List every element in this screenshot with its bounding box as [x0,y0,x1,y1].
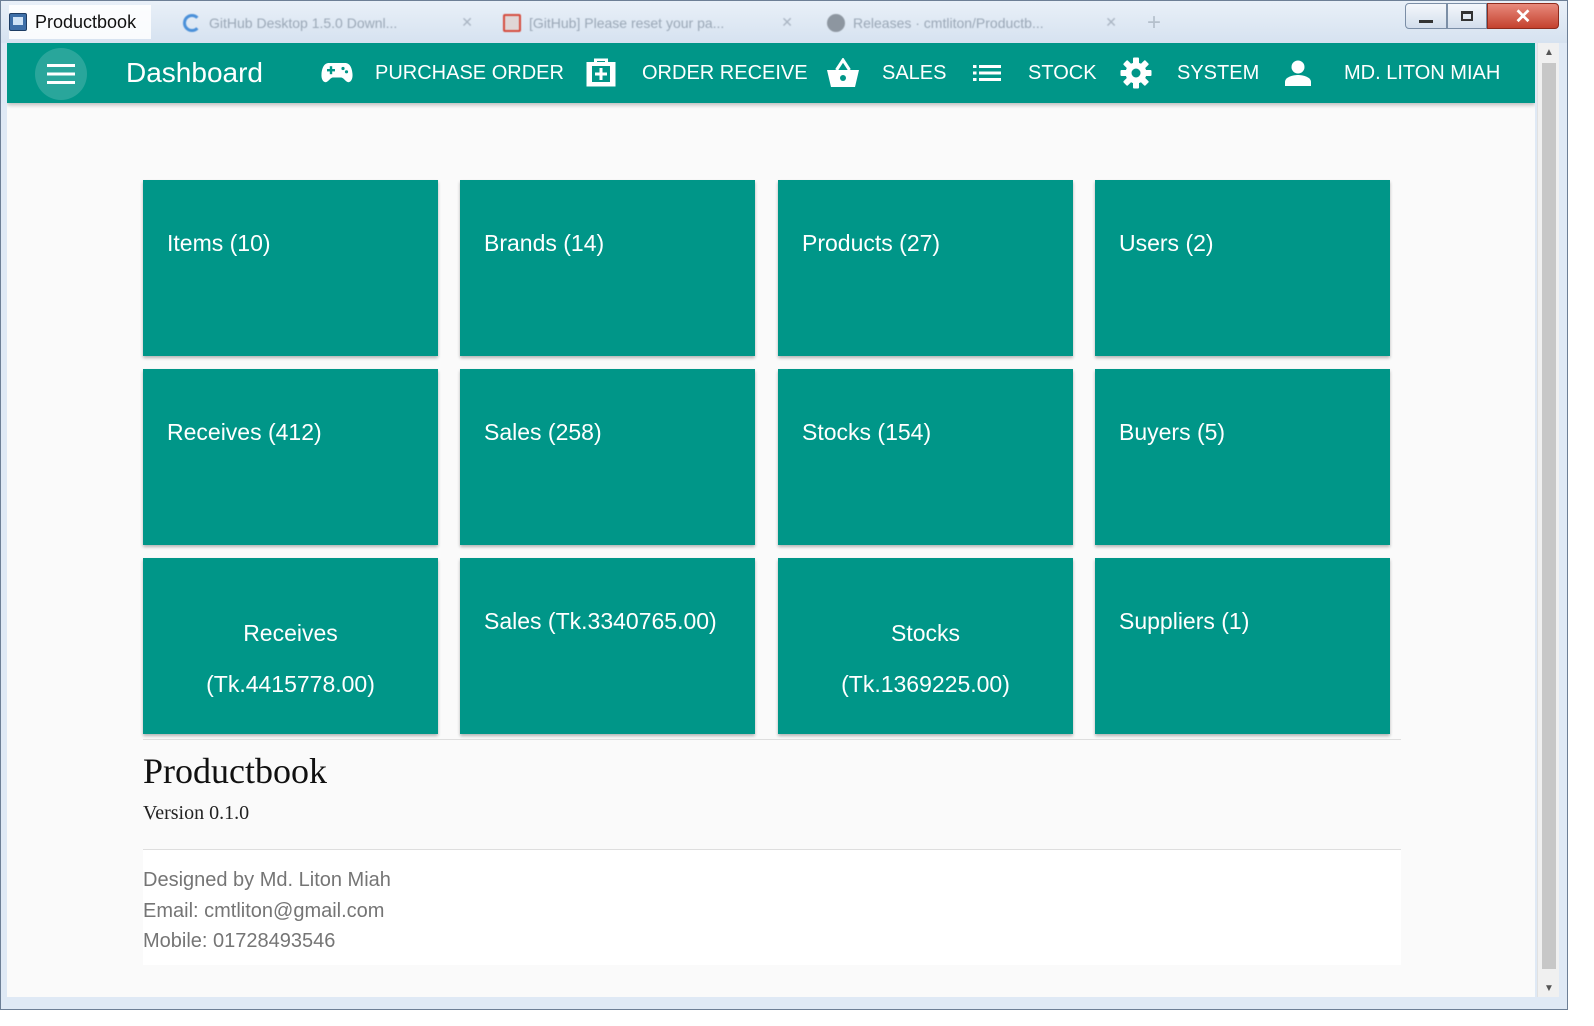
tile-stocks-count[interactable]: Stocks (154) [778,369,1073,545]
email-text: Email: cmtliton@gmail.com [143,899,385,922]
nav-system[interactable]: SYSTEM [1120,53,1259,93]
person-icon [1285,60,1311,86]
desktop-edge [0,1010,1594,1026]
tile-label: Suppliers (1) [1119,608,1250,634]
mail-icon [503,14,521,32]
tile-label: Products (27) [802,230,941,256]
top-toolbar: Dashboard PURCHASE ORDER ORDER RECEIVE S… [7,43,1535,103]
close-icon: ✕ [1514,5,1532,28]
nav-label: PURCHASE ORDER [375,61,564,84]
tile-label-line1: Receives [243,620,338,646]
product-name: Productbook [143,751,327,791]
tile-label: Receives (412) [167,419,322,445]
menu-button[interactable] [35,48,87,100]
tile-brands[interactable]: Brands (14) [460,180,755,356]
nav-label: ORDER RECEIVE [642,61,808,84]
tile-suppliers[interactable]: Suppliers (1) [1095,558,1390,734]
tile-sales-amount[interactable]: Sales (Tk.3340765.00) [460,558,755,734]
tile-buyers[interactable]: Buyers (5) [1095,369,1390,545]
maximize-button[interactable] [1447,3,1487,29]
browser-tab-label: [GitHub] Please reset your pa... [529,15,725,31]
minimize-icon [1419,19,1433,23]
gamepad-icon [321,63,353,83]
tile-label-line2: (Tk.4415778.00) [206,671,375,697]
nav-order-receive[interactable]: ORDER RECEIVE [584,53,808,93]
nav-stock[interactable]: STOCK [973,53,1097,93]
mobile-text: Mobile: 01728493546 [143,930,336,952]
nav-label: STOCK [1028,61,1097,84]
tile-receives-amount[interactable]: Receives (Tk.4415778.00) [143,558,438,734]
nav-label: SYSTEM [1177,61,1260,84]
tile-label: Receives (Tk.4415778.00) [143,608,438,710]
tile-label-line2: (Tk.1369225.00) [841,671,1010,697]
tile-products[interactable]: Products (27) [778,180,1073,356]
app-icon [9,13,27,31]
close-icon[interactable]: ✕ [781,14,793,31]
minimize-button[interactable] [1405,3,1447,29]
tile-label: Items (10) [167,230,271,256]
scroll-thumb[interactable] [1542,63,1556,969]
close-button[interactable]: ✕ [1487,3,1559,29]
github-icon [827,14,845,32]
window-title-text: Productbook [35,11,137,32]
close-icon[interactable]: ✕ [461,14,473,31]
tile-users[interactable]: Users (2) [1095,180,1390,356]
scroll-up-icon[interactable]: ▲ [1538,43,1560,61]
browser-tab-label: GitHub Desktop 1.5.0 Downl... [209,15,398,31]
tile-label: Sales (258) [484,419,602,445]
add-box-icon [586,58,616,87]
browser-tab-label: Releases · cmtliton/Productb... [853,15,1044,31]
nav-sales[interactable]: SALES [826,53,946,93]
nav-label: MD. LITON MIAH [1344,61,1501,84]
app-window: Productbook GitHub Desktop 1.5.0 Downl..… [0,0,1568,1010]
tile-label: Buyers (5) [1119,419,1226,445]
browser-tab-github-desktop[interactable]: GitHub Desktop 1.5.0 Downl... ✕ [183,7,483,39]
tile-sales-count[interactable]: Sales (258) [460,369,755,545]
browser-tab-releases[interactable]: Releases · cmtliton/Productb... ✕ [827,7,1127,39]
tile-label: Stocks (Tk.1369225.00) [778,608,1073,710]
title-bar: Productbook GitHub Desktop 1.5.0 Downl..… [1,1,1567,43]
tile-receives-count[interactable]: Receives (412) [143,369,438,545]
designer-text: Designed by Md. Liton Miah [143,869,391,891]
scroll-down-icon[interactable]: ▼ [1538,979,1560,997]
gear-icon [1120,57,1152,89]
tile-items[interactable]: Items (10) [143,180,438,356]
app-viewport: Dashboard PURCHASE ORDER ORDER RECEIVE S… [7,43,1535,997]
tile-label: Brands (14) [484,230,605,256]
tile-label-line1: Stocks [890,620,961,646]
hamburger-icon [47,64,75,84]
list-icon [973,65,1001,81]
tile-label: Users (2) [1119,230,1214,256]
nav-label: SALES [882,61,947,84]
page-title: Dashboard [126,57,263,88]
divider [143,739,1401,740]
nav-purchase-order[interactable]: PURCHASE ORDER [321,53,564,93]
version-text: Version 0.1.0 [143,802,250,824]
shopping-basket-icon [827,58,859,87]
new-tab-icon[interactable]: + [1147,9,1161,37]
tile-label: Sales (Tk.3340765.00) [484,608,717,634]
maximize-icon [1461,11,1473,21]
nav-user[interactable]: MD. LITON MIAH [1285,53,1500,93]
browser-tab-gmail[interactable]: [GitHub] Please reset your pa... ✕ [503,7,803,39]
tile-stocks-amount[interactable]: Stocks (Tk.1369225.00) [778,558,1073,734]
window-title: Productbook [9,5,151,39]
tile-label: Stocks (154) [802,419,932,445]
vertical-scrollbar[interactable]: ▲ ▼ [1537,43,1559,997]
credits-panel: Designed by Md. Liton Miah Email: cmtlit… [143,849,1401,965]
close-icon[interactable]: ✕ [1105,14,1117,31]
about-section: Productbook Version 0.1.0 [143,739,1401,825]
loading-icon [183,14,201,32]
